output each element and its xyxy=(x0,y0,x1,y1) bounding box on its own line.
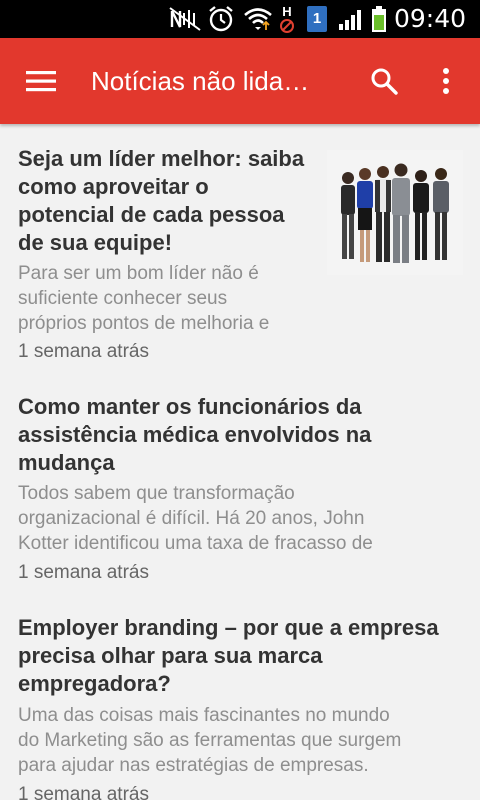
menu-button[interactable] xyxy=(14,60,68,102)
article-title: Seja um líder melhor: saiba como aprovei… xyxy=(18,146,305,255)
article-snippet: Para ser um bom líder não é suficiente c… xyxy=(18,263,270,334)
app-bar: Notícias não lida… xyxy=(0,38,480,124)
article-time: 1 semana atrás xyxy=(18,341,149,362)
notification-badge-icon: 1 xyxy=(306,0,328,38)
battery-icon xyxy=(368,0,390,38)
article-title: Employer branding – por que a empresa pr… xyxy=(18,615,439,696)
nfc-icon xyxy=(168,0,202,38)
article-snippet: Uma das coisas mais fascinantes no mundo… xyxy=(18,705,402,776)
article-title: Como manter os funcionários da assistênc… xyxy=(18,394,372,475)
more-vert-icon xyxy=(443,68,449,94)
article-time: 1 semana atrás xyxy=(18,562,149,583)
page-title: Notícias não lida… xyxy=(91,66,310,96)
article-time: 1 semana atrás xyxy=(18,784,149,800)
article-snippet: Todos sabem que transformação organizaci… xyxy=(18,483,373,554)
menu-icon xyxy=(26,71,56,92)
search-button[interactable] xyxy=(362,59,406,103)
search-icon xyxy=(371,68,398,95)
status-time: 09:40 xyxy=(393,4,466,33)
alarm-icon xyxy=(206,0,236,38)
signal-icon xyxy=(336,0,364,38)
wifi-icon xyxy=(242,0,274,38)
network-h-icon: H xyxy=(276,0,298,38)
list-item[interactable]: Como manter os funcionários da assistênc… xyxy=(0,374,480,594)
article-thumbnail xyxy=(327,150,463,275)
list-item[interactable]: Employer branding – por que a empresa pr… xyxy=(0,594,480,800)
news-list: Seja um líder melhor: saiba como aprovei… xyxy=(0,124,480,800)
more-options-button[interactable] xyxy=(426,59,466,103)
status-bar: H 1 09:40 xyxy=(0,0,480,38)
list-item[interactable]: Seja um líder melhor: saiba como aprovei… xyxy=(0,124,480,374)
